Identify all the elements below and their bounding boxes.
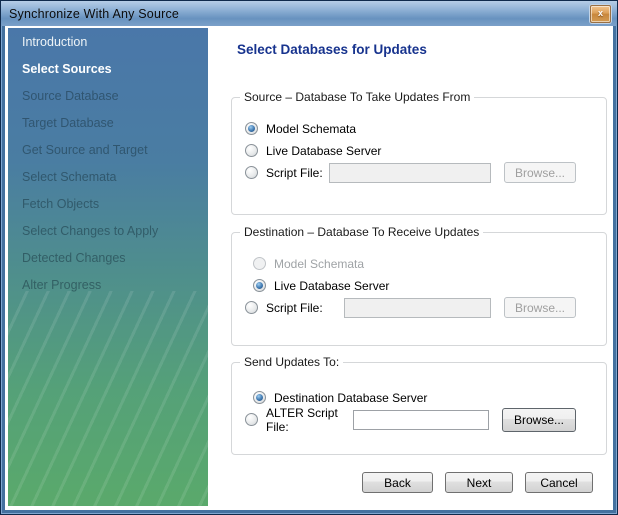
step-fetch-objects: Fetch Objects xyxy=(22,191,208,218)
option-dest-live-server[interactable]: Live Database Server xyxy=(253,275,576,296)
option-alter-script-file[interactable]: ALTER Script File: Browse... xyxy=(245,409,576,430)
option-source-model-schemata[interactable]: Model Schemata xyxy=(245,118,576,139)
titlebar[interactable]: Synchronize With Any Source x xyxy=(1,1,617,26)
option-dest-model-schemata: Model Schemata xyxy=(253,253,576,274)
step-alter-progress: Alter Progress xyxy=(22,272,208,299)
cancel-button[interactable]: Cancel xyxy=(525,472,593,493)
next-button[interactable]: Next xyxy=(445,472,513,493)
dest-script-file-input xyxy=(344,298,491,318)
radio-dest-script-file[interactable] xyxy=(245,301,258,314)
option-label: Live Database Server xyxy=(274,279,389,293)
radio-source-live-server[interactable] xyxy=(245,144,258,157)
window-title: Synchronize With Any Source xyxy=(9,7,179,21)
step-select-changes-to-apply: Select Changes to Apply xyxy=(22,218,208,245)
option-label: Live Database Server xyxy=(266,144,381,158)
page-title: Select Databases for Updates xyxy=(237,42,613,57)
group-send-updates-title: Send Updates To: xyxy=(240,355,343,369)
group-destination: Destination – Database To Receive Update… xyxy=(231,232,607,346)
wizard-steps-sidebar: Introduction Select Sources Source Datab… xyxy=(8,28,208,506)
radio-source-script-file[interactable] xyxy=(245,166,258,179)
step-select-schemata: Select Schemata xyxy=(22,164,208,191)
option-label: Model Schemata xyxy=(274,257,364,271)
step-introduction: Introduction xyxy=(22,29,208,56)
step-detected-changes: Detected Changes xyxy=(22,245,208,272)
step-target-database: Target Database xyxy=(22,110,208,137)
option-label: Script File: xyxy=(266,166,323,180)
group-source-title: Source – Database To Take Updates From xyxy=(240,90,474,104)
radio-dest-model-schemata xyxy=(253,257,266,270)
radio-source-model-schemata[interactable] xyxy=(245,122,258,135)
source-browse-button: Browse... xyxy=(504,162,576,183)
step-source-database: Source Database xyxy=(22,83,208,110)
radio-dest-live-server[interactable] xyxy=(253,279,266,292)
step-list: Introduction Select Sources Source Datab… xyxy=(8,28,208,299)
option-source-live-server[interactable]: Live Database Server xyxy=(245,140,576,161)
radio-alter-script-file[interactable] xyxy=(245,413,258,426)
client-area: Introduction Select Sources Source Datab… xyxy=(5,26,613,510)
option-source-script-file[interactable]: Script File: Browse... xyxy=(245,162,576,183)
option-label: ALTER Script File: xyxy=(266,406,353,434)
option-label: Model Schemata xyxy=(266,122,356,136)
dest-browse-button: Browse... xyxy=(504,297,576,318)
back-button[interactable]: Back xyxy=(362,472,433,493)
alter-script-file-input[interactable] xyxy=(353,410,489,430)
group-source: Source – Database To Take Updates From M… xyxy=(231,97,607,215)
option-label: Destination Database Server xyxy=(274,391,427,405)
option-label: Script File: xyxy=(266,301,323,315)
alter-browse-button[interactable]: Browse... xyxy=(502,408,576,432)
option-dest-script-file[interactable]: Script File: Browse... xyxy=(245,297,576,318)
wizard-window: Synchronize With Any Source x Introducti… xyxy=(0,0,618,515)
radio-send-dest-server[interactable] xyxy=(253,391,266,404)
step-get-source-and-target: Get Source and Target xyxy=(22,137,208,164)
step-select-sources: Select Sources xyxy=(22,56,208,83)
close-icon[interactable]: x xyxy=(590,5,611,23)
group-send-updates: Send Updates To: Destination Database Se… xyxy=(231,362,607,455)
main-panel: Select Databases for Updates Source – Da… xyxy=(208,26,613,510)
footer-button-row: Back Next Cancel xyxy=(362,472,593,493)
source-script-file-input xyxy=(329,163,491,183)
group-destination-title: Destination – Database To Receive Update… xyxy=(240,225,483,239)
